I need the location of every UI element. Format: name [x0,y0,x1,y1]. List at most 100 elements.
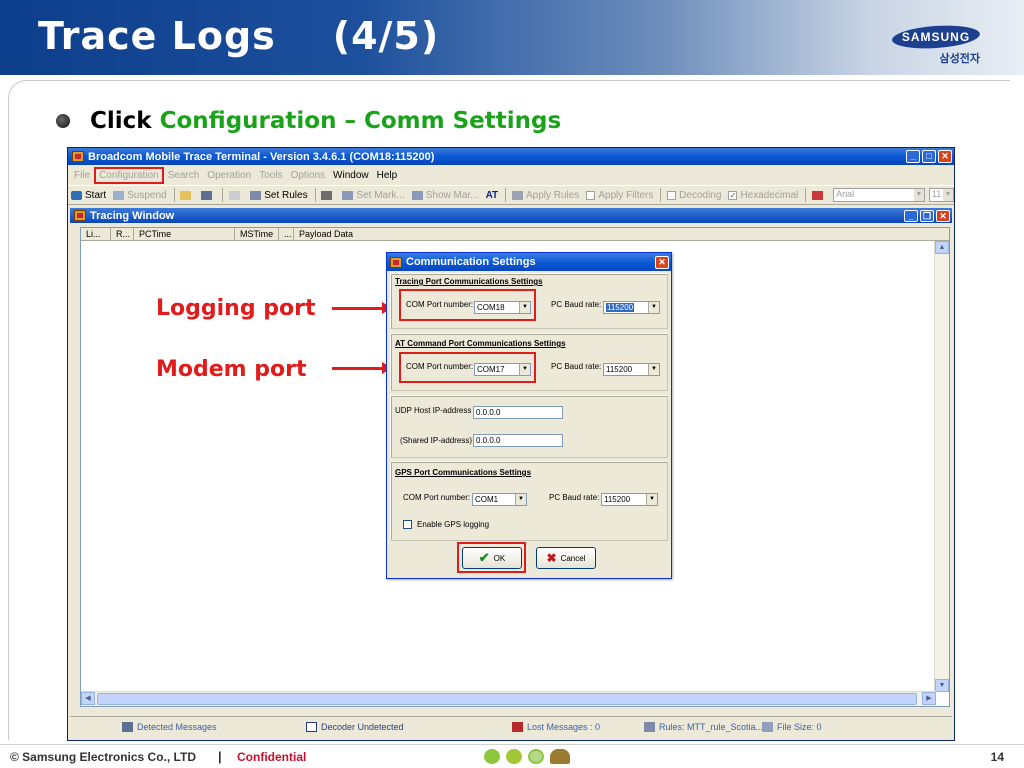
slide-title: Trace Logs (4/5) [38,14,440,58]
hexadecimal-checkbox[interactable]: ✓ Hexadecimal [728,190,798,201]
font-value: Arial [836,189,855,199]
gps-port-group: GPS Port Communications Settings COM Por… [390,461,668,541]
save-button[interactable] [201,190,215,200]
menu-window[interactable]: Window [329,168,373,183]
file-icon [762,722,773,732]
horizontal-scrollbar[interactable]: ◀ ▶ [81,691,936,706]
status-detected-label: Detected Messages [137,722,217,732]
apply-rules-button[interactable]: Apply Rules [511,189,580,201]
font-size-value: 11 [931,189,942,199]
vertical-scrollbar[interactable]: ▲ ▼ [934,241,949,692]
scroll-down-icon[interactable]: ▼ [935,679,949,692]
horizontal-scroll-thumb[interactable] [97,693,917,705]
document-button[interactable] [229,190,243,200]
font-icon-button[interactable] [812,190,826,200]
column-header-pctime[interactable]: PCTime [134,227,235,241]
samsung-logo: SAMSUNG 삼성전자 [891,22,984,66]
column-header-more[interactable]: ... [279,227,294,241]
scroll-up-icon[interactable]: ▲ [935,241,949,254]
document-icon [229,190,241,200]
footer-confidential: Confidential [237,750,307,764]
binoculars-icon [321,190,333,200]
tracing-minimize-button[interactable]: _ [904,209,918,222]
gps-baud-label: PC Baud rate: [549,493,600,502]
app-icon [72,151,84,162]
rules-status-icon [644,722,655,732]
cancel-x-icon: ✖ [546,551,557,565]
open-button[interactable] [180,190,194,200]
menu-file[interactable]: File [70,168,94,183]
scroll-left-icon[interactable]: ◀ [81,692,95,705]
app-titlebar[interactable]: Broadcom Mobile Trace Terminal - Version… [68,148,954,165]
apply-rules-icon [511,190,523,200]
page-number: 14 [990,750,1004,764]
logo-text: SAMSUNG [901,30,971,44]
hexadecimal-check: ✓ [728,190,738,200]
menu-help[interactable]: Help [373,168,402,183]
gps-com-select[interactable]: COM1 ▼ [472,493,527,506]
status-detected: Detected Messages [122,722,217,732]
tracing-close-button[interactable]: ✕ [936,209,950,222]
logging-port-highlight [399,289,536,321]
suspend-button[interactable]: Suspend [113,190,167,201]
gps-com-value: COM1 [475,495,499,504]
at-baud-select[interactable]: 115200 ▼ [603,363,660,376]
set-mark-button[interactable]: Set Mark... [342,190,405,201]
cancel-label: Cancel [560,553,586,563]
menu-tools[interactable]: Tools [255,168,286,183]
column-header-payload[interactable]: Payload Data [294,228,353,241]
menu-options[interactable]: Options [287,168,329,183]
column-headers: Li... R... PCTime MSTime ... Payload Dat… [81,227,949,241]
tracing-window-title: Tracing Window [90,209,175,222]
footer-icons [484,749,570,764]
android-alt-icon [506,749,522,764]
tracing-window-titlebar[interactable]: Tracing Window _ ❐ ✕ [70,208,952,223]
font-icon [812,190,824,200]
column-header-li[interactable]: Li... [81,227,111,241]
udp-group: UDP Host IP-address 0.0.0.0 (Shared IP-a… [390,395,668,458]
font-size-select[interactable]: 11 ▼ [928,188,954,202]
status-decoder-label: Decoder Undetected [321,722,404,732]
font-select[interactable]: Arial ▼ [833,188,925,202]
modem-port-arrow [332,367,384,370]
lost-messages-icon [512,722,523,732]
show-mark-button[interactable]: Show Mar... [411,190,479,201]
udp-shared-input[interactable]: 0.0.0.0 [473,434,563,447]
apply-filters-checkbox[interactable]: Apply Filters [586,190,653,201]
mark-icon [342,190,354,200]
gps-baud-select[interactable]: 115200 ▼ [601,493,658,506]
binoculars-button[interactable] [321,190,335,200]
at-button[interactable]: AT [486,190,499,201]
dialog-icon [390,256,402,268]
decoding-checkbox[interactable]: Decoding [667,190,721,201]
menu-operation[interactable]: Operation [203,168,255,183]
hexadecimal-label: Hexadecimal [740,189,799,201]
tracing-restore-button[interactable]: ❐ [920,209,934,222]
scroll-right-icon[interactable]: ▶ [922,692,936,705]
column-header-mstime[interactable]: MSTime [235,227,279,241]
start-button[interactable]: Start [71,190,106,201]
logo-subtext: 삼성전자 [939,53,980,65]
pie-icon [550,749,570,764]
column-header-r[interactable]: R... [111,227,134,241]
close-button[interactable]: ✕ [938,150,952,163]
menu-configuration[interactable]: Configuration [94,166,164,184]
menu-search[interactable]: Search [164,168,204,183]
enable-gps-checkbox[interactable] [403,520,412,529]
udp-shared-label: (Shared IP-address) [400,436,473,445]
cancel-button[interactable]: ✖ Cancel [536,547,596,569]
at-baud-label: PC Baud rate: [551,362,602,371]
gps-baud-value: 115200 [604,495,631,504]
chevron-down-icon: ▼ [646,494,657,505]
minimize-button[interactable]: _ [906,150,920,163]
udp-host-input[interactable]: 0.0.0.0 [473,406,563,419]
set-rules-button[interactable]: Set Rules [250,190,308,201]
tracing-baud-select[interactable]: 115200 ▼ [603,301,660,314]
dialog-titlebar[interactable]: Communication Settings ✕ [387,253,671,271]
tracing-baud-value: 115200 [606,303,635,312]
footer-copyright: © Samsung Electronics Co., LTD [10,750,196,764]
dialog-close-button[interactable]: ✕ [655,255,669,269]
apply-rules-label: Apply Rules [525,189,580,201]
maximize-button[interactable]: □ [922,150,936,163]
save-icon [201,190,213,200]
